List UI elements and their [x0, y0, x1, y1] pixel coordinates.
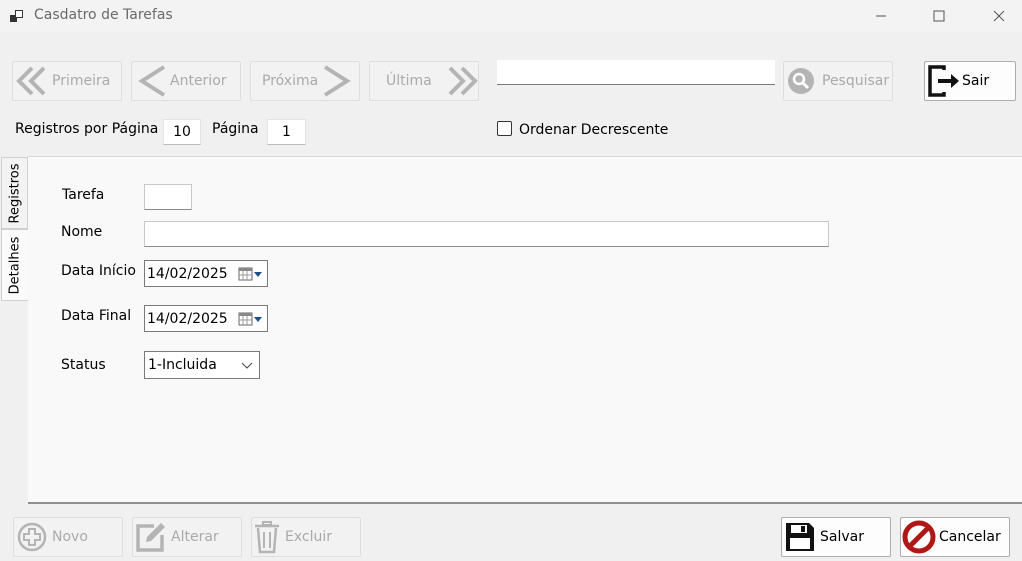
cancelar-button[interactable]: Cancelar	[900, 517, 1010, 557]
alterar-button[interactable]: Alterar	[132, 517, 242, 557]
save-icon	[786, 523, 814, 551]
status-value: 1-Incluida	[148, 357, 217, 373]
status-label: Status	[61, 357, 106, 373]
data-final-label: Data Final	[61, 308, 132, 324]
nome-label: Nome	[61, 224, 103, 240]
double-chevron-right-icon	[448, 66, 478, 96]
chevron-left-icon	[138, 65, 166, 97]
exit-icon	[928, 65, 959, 97]
last-page-label: Última	[386, 73, 432, 89]
tarefa-label: Tarefa	[62, 187, 105, 203]
minimize-icon	[876, 15, 886, 17]
sort-desc-checkbox[interactable]	[497, 121, 512, 136]
search-label: Pesquisar	[822, 73, 890, 89]
cancelar-label: Cancelar	[939, 529, 1001, 545]
first-page-label: Primeira	[52, 73, 111, 89]
per-page-input[interactable]: 10	[163, 119, 201, 145]
cancel-icon	[902, 520, 936, 554]
calendar-dropdown-icon	[238, 312, 262, 325]
calendar-dropdown-icon	[238, 267, 262, 280]
tab-detalhes[interactable]: Detalhes	[1, 229, 28, 301]
tarefa-input[interactable]	[144, 184, 192, 210]
tab-registros[interactable]: Registros	[1, 157, 28, 229]
next-page-button[interactable]: Próxima	[250, 61, 360, 101]
title-bar: Casdatro de Tarefas	[0, 0, 1022, 32]
tab-registros-label: Registros	[7, 163, 22, 223]
tab-detalhes-label: Detalhes	[7, 236, 23, 294]
double-chevron-left-icon	[16, 66, 46, 96]
data-inicio-value: 14/02/2025	[147, 265, 228, 282]
last-page-button[interactable]: Última	[369, 61, 479, 101]
data-final-value: 14/02/2025	[147, 310, 228, 327]
novo-button[interactable]: Novo	[13, 517, 123, 557]
page-input[interactable]: 1	[267, 119, 306, 145]
salvar-button[interactable]: Salvar	[781, 517, 891, 557]
page-label: Página	[212, 121, 259, 137]
data-inicio-label: Data Início	[61, 263, 136, 279]
data-inicio-picker[interactable]: 14/02/2025	[144, 260, 268, 287]
maximize-button[interactable]	[916, 0, 962, 32]
search-icon	[788, 68, 814, 94]
add-circle-icon	[17, 522, 47, 552]
novo-label: Novo	[52, 529, 88, 545]
close-icon	[993, 10, 1005, 22]
first-page-button[interactable]: Primeira	[12, 61, 122, 101]
close-button[interactable]	[976, 0, 1022, 32]
data-final-picker[interactable]: 14/02/2025	[144, 305, 268, 332]
edit-icon	[136, 523, 165, 552]
excluir-button[interactable]: Excluir	[251, 517, 361, 557]
previous-page-label: Anterior	[170, 73, 227, 89]
trash-icon	[255, 521, 279, 554]
salvar-label: Salvar	[820, 529, 864, 545]
alterar-label: Alterar	[171, 529, 219, 545]
exit-button[interactable]: Sair	[924, 61, 1016, 101]
chevron-down-icon	[241, 362, 253, 369]
status-select[interactable]: 1-Incluida	[144, 351, 260, 379]
search-button[interactable]: Pesquisar	[783, 61, 893, 101]
maximize-icon	[933, 10, 945, 22]
app-icon	[10, 10, 23, 22]
previous-page-button[interactable]: Anterior	[131, 61, 241, 101]
excluir-label: Excluir	[285, 529, 332, 545]
minimize-button[interactable]	[858, 0, 904, 32]
next-page-label: Próxima	[262, 73, 319, 89]
nome-input[interactable]	[144, 221, 829, 247]
search-input[interactable]	[497, 60, 775, 85]
exit-label: Sair	[962, 73, 990, 89]
chevron-right-icon	[324, 65, 351, 97]
window-title: Casdatro de Tarefas	[34, 7, 173, 23]
per-page-label: Registros por Página	[15, 121, 159, 137]
sort-desc-label: Ordenar Decrescente	[519, 122, 669, 138]
